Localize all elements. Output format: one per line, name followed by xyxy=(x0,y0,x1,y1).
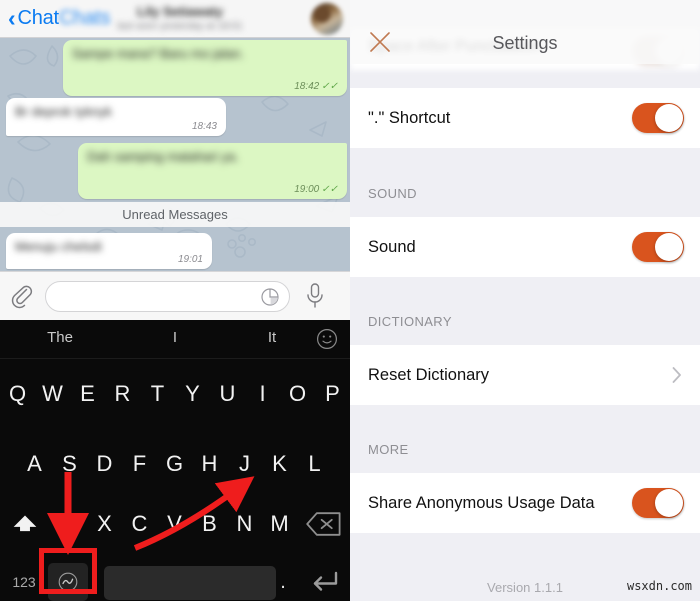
settings-row-dot-shortcut[interactable]: "." Shortcut xyxy=(350,88,700,148)
key-t[interactable]: T xyxy=(140,372,175,416)
prediction-2[interactable]: It xyxy=(232,329,312,346)
key-r[interactable]: R xyxy=(105,372,140,416)
settings-row-label: Share Anonymous Usage Data xyxy=(368,493,595,512)
keyboard-row-1: Q W E R T Y U I O P xyxy=(0,372,350,416)
key-d[interactable]: D xyxy=(87,442,122,486)
bubble-time: 18:43 xyxy=(191,120,217,132)
contact-name: Lily Setiawaty xyxy=(137,4,223,19)
read-receipt-icon: ✓✓ xyxy=(321,183,338,195)
bubble-time: 18:42 ✓✓ xyxy=(294,80,338,92)
prediction-bar: The I It xyxy=(0,320,350,359)
key-y[interactable]: Y xyxy=(175,372,210,416)
key-n[interactable]: N xyxy=(227,502,262,546)
message-text-field[interactable] xyxy=(45,281,290,312)
toggle-dot-shortcut[interactable] xyxy=(632,103,684,133)
section-header-more: MORE xyxy=(368,442,409,457)
toggle-knob xyxy=(655,233,683,261)
backspace-icon[interactable] xyxy=(306,502,342,546)
read-receipt-icon: ✓✓ xyxy=(321,80,338,92)
chevron-left-icon: ‹ xyxy=(8,5,16,31)
key-w[interactable]: W xyxy=(35,372,70,416)
key-j[interactable]: J xyxy=(227,442,262,486)
shift-icon[interactable] xyxy=(8,502,42,546)
section-header-sound: SOUND xyxy=(368,186,417,201)
prediction-0[interactable]: The xyxy=(20,329,100,346)
key-p[interactable]: P xyxy=(315,372,350,416)
settings-row-sound[interactable]: Sound xyxy=(350,217,700,277)
key-h[interactable]: H xyxy=(192,442,227,486)
chat-bubble-outgoing: Sampe mana? Baru mo jalan. 18:42 ✓✓ xyxy=(63,40,347,96)
toggle-sound[interactable] xyxy=(632,232,684,262)
highlight-box-special-key xyxy=(39,548,97,594)
sticker-icon[interactable] xyxy=(261,288,279,306)
key-space[interactable] xyxy=(104,566,276,600)
key-g[interactable]: G xyxy=(157,442,192,486)
key-i[interactable]: I xyxy=(245,372,280,416)
chat-app-pane: ‹ Chat Chats Lily Setiawaty last seen ye… xyxy=(0,0,350,601)
keyboard-row-3: Z X C V B N M xyxy=(0,502,350,546)
page-title: Settings xyxy=(492,33,558,53)
bubble-text: Sampe mana? Baru mo jalan. xyxy=(72,46,244,61)
settings-row-label: Reset Dictionary xyxy=(368,365,490,384)
bubble-time: 19:01 xyxy=(177,253,203,265)
key-e[interactable]: E xyxy=(70,372,105,416)
key-a[interactable]: A xyxy=(17,442,52,486)
toggle-knob xyxy=(655,489,683,517)
key-v[interactable]: V xyxy=(157,502,192,546)
key-c[interactable]: C xyxy=(122,502,157,546)
contact-status: last seen yesterday at 18:01 xyxy=(117,21,243,32)
back-button-label: Chat xyxy=(17,7,59,29)
key-f[interactable]: F xyxy=(122,442,157,486)
chat-message-list: Sampe mana? Baru mo jalan. 18:42 ✓✓ Br de… xyxy=(0,38,350,271)
microphone-icon[interactable] xyxy=(304,282,326,310)
keyboard-row-2: A S D F G H J K L xyxy=(0,442,350,486)
return-icon[interactable] xyxy=(306,560,342,601)
avatar[interactable] xyxy=(311,3,343,35)
bubble-text: Br deprok tyknyk xyxy=(15,104,112,119)
key-b[interactable]: B xyxy=(192,502,227,546)
key-numbers[interactable]: 123 xyxy=(4,560,44,601)
bubble-text: Menuju chelsdi xyxy=(15,239,102,254)
settings-row-share-usage-data[interactable]: Share Anonymous Usage Data xyxy=(350,473,700,533)
key-s[interactable]: S xyxy=(52,442,87,486)
settings-row-label: Sound xyxy=(368,237,416,256)
watermark: wsxdn.com xyxy=(626,579,692,593)
key-z[interactable]: Z xyxy=(52,502,87,546)
settings-row-reset-dictionary[interactable]: Reset Dictionary xyxy=(350,345,700,405)
key-x[interactable]: X xyxy=(87,502,122,546)
chat-bubble-incoming: Br deprok tyknyk 18:43 xyxy=(6,98,226,136)
chat-header: ‹ Chat Chats Lily Setiawaty last seen ye… xyxy=(0,0,350,38)
toggle-share-usage-data[interactable] xyxy=(632,488,684,518)
message-input-bar xyxy=(0,271,350,320)
key-o[interactable]: O xyxy=(280,372,315,416)
chat-bubble-outgoing: Dah samping matahari ya. 19:00 ✓✓ xyxy=(78,143,347,199)
chevron-right-icon xyxy=(672,367,681,383)
key-period[interactable]: . xyxy=(266,560,300,601)
key-m[interactable]: M xyxy=(262,502,297,546)
bubble-text: Dah samping matahari ya. xyxy=(87,149,239,164)
toggle-knob xyxy=(655,104,683,132)
unread-messages-divider: Unread Messages xyxy=(0,202,350,227)
section-header-dictionary: DICTIONARY xyxy=(368,314,452,329)
settings-row-label: "." Shortcut xyxy=(368,108,451,127)
settings-nav-bar: Settings xyxy=(350,0,700,64)
bubble-time: 19:00 ✓✓ xyxy=(294,183,338,195)
smiley-icon[interactable] xyxy=(316,328,338,350)
settings-pane: Space After Punctuation Settings "." Sho… xyxy=(350,0,700,601)
key-l[interactable]: L xyxy=(297,442,332,486)
chat-bubble-incoming: Menuju chelsdi 19:01 xyxy=(6,233,212,269)
prediction-1[interactable]: I xyxy=(135,329,215,346)
key-u[interactable]: U xyxy=(210,372,245,416)
screenshot-root: ‹ Chat Chats Lily Setiawaty last seen ye… xyxy=(0,0,700,601)
key-q[interactable]: Q xyxy=(0,372,35,416)
paperclip-icon[interactable] xyxy=(10,283,34,309)
key-k[interactable]: K xyxy=(262,442,297,486)
